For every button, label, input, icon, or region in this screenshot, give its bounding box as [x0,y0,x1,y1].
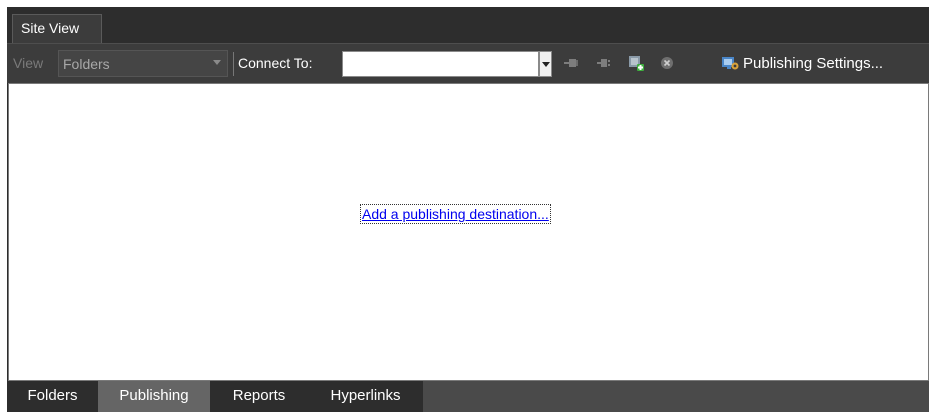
connect-to-label: Connect To: [238,55,313,71]
tab-publishing[interactable]: Publishing [98,381,210,412]
tab-reports[interactable]: Reports [210,381,308,412]
toolbar-separator [233,52,234,76]
connect-to-input[interactable] [342,51,539,77]
bottom-view-tabs: Folders Publishing Reports Hyperlinks [7,381,929,412]
publishing-settings-icon [721,54,739,72]
view-select-value: Folders [63,56,110,72]
tab-folders[interactable]: Folders [7,381,98,412]
disconnect-icon[interactable] [595,54,613,72]
publishing-settings-label: Publishing Settings... [743,55,884,72]
site-view-panel: Site View View Folders Connect To: Publi… [7,7,929,412]
connect-to-dropdown-button[interactable] [539,51,552,77]
tab-hyperlinks[interactable]: Hyperlinks [308,381,423,412]
tab-site-view[interactable]: Site View [12,14,102,43]
view-label: View [13,55,44,71]
remove-destination-icon[interactable] [658,54,676,72]
chevron-down-icon [542,62,550,67]
publishing-content-area: Add a publishing destination... [8,83,929,381]
tab-bar: Site View [7,7,929,43]
view-select[interactable]: Folders [58,50,228,77]
connect-icon[interactable] [562,54,580,72]
new-destination-icon[interactable] [627,54,645,72]
chevron-down-icon [213,60,221,65]
toolbar: View Folders Connect To: Publishing Sett… [7,43,929,83]
add-publishing-destination-link[interactable]: Add a publishing destination... [360,204,551,224]
